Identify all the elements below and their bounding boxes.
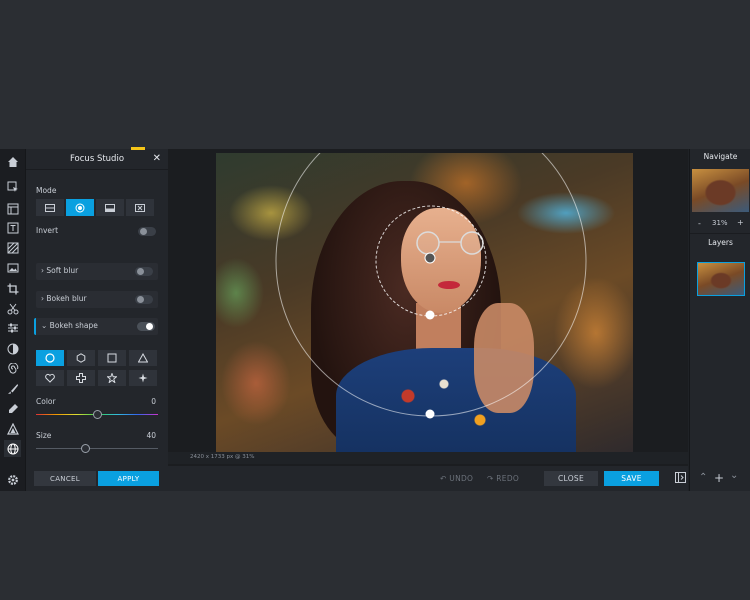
bokeh-shape-row[interactable]: ⌄ Bokeh shape (34, 318, 158, 335)
inner-radius-handle (425, 310, 435, 320)
chevron-down-icon[interactable]: ⌄ (730, 470, 739, 481)
focus-overlay (275, 153, 587, 419)
triangle-shape-button[interactable] (129, 350, 157, 366)
none-mode-button[interactable] (126, 199, 154, 216)
editor-window: Focus Studio ✕ Mode Invert › Soft blur ›… (0, 147, 750, 491)
invert-label: Invert (36, 226, 59, 235)
circle-shape-button[interactable] (36, 350, 64, 366)
circle-mode-button[interactable] (66, 199, 94, 216)
zoom-out-button[interactable]: - (698, 219, 701, 228)
image-icon[interactable] (4, 259, 21, 276)
text-icon[interactable] (4, 219, 21, 236)
zoom-in-button[interactable]: + (737, 218, 744, 227)
outer-focus-circle (275, 153, 587, 417)
shape-icon[interactable] (4, 420, 21, 437)
cross-shape-button[interactable] (67, 370, 95, 386)
outer-radius-handle (425, 409, 435, 419)
home-icon[interactable] (4, 153, 21, 170)
filter-icon[interactable] (4, 340, 21, 357)
bottom-mode-button[interactable] (96, 199, 124, 216)
invert-toggle[interactable] (138, 227, 156, 236)
swirl-icon[interactable] (4, 360, 21, 377)
size-value: 40 (146, 431, 156, 440)
status-bar: 2420 x 1733 px @ 31% (168, 452, 688, 464)
mode-label: Mode (36, 186, 57, 195)
color-label: Color (36, 397, 56, 406)
hexagon-shape-button[interactable] (67, 350, 95, 366)
soft-blur-label: › Soft blur (41, 266, 79, 275)
sparkle-shape-button[interactable] (129, 370, 157, 386)
cancel-button[interactable]: CANCEL (34, 471, 96, 486)
image-info-text: 2420 x 1733 px @ 31% (190, 454, 255, 460)
layers-title: Layers (708, 238, 733, 247)
panel-close-icon[interactable]: ✕ (153, 153, 161, 164)
color-slider[interactable] (36, 410, 158, 420)
color-slider-thumb[interactable] (93, 410, 102, 419)
globe-icon[interactable] (4, 440, 21, 457)
divider (690, 233, 750, 234)
panel-title: Focus Studio (69, 154, 125, 164)
texture-icon[interactable] (4, 239, 21, 256)
apply-button[interactable]: APPLY (98, 471, 159, 486)
add-layer-icon[interactable]: + (714, 471, 724, 485)
bokeh-shape-toggle[interactable] (137, 322, 155, 331)
navigate-title: Navigate (703, 152, 738, 161)
size-slider[interactable] (36, 444, 158, 454)
square-shape-button[interactable] (98, 350, 126, 366)
size-label: Size (36, 431, 52, 440)
right-panel: Navigate - 31% + Layers ⌃ + ⌄ (689, 149, 750, 491)
focus-center-handle (424, 252, 436, 264)
close-button[interactable]: CLOSE (544, 471, 598, 486)
settings-icon[interactable] (4, 471, 21, 488)
layout-icon[interactable] (4, 200, 21, 217)
bokeh-blur-label: › Bokeh blur (41, 294, 87, 303)
tool-rail (0, 149, 26, 491)
zoom-level: 31% (712, 219, 728, 227)
bokeh-blur-row[interactable]: › Bokeh blur (36, 291, 158, 308)
undo-button[interactable]: ↶ UNDO (440, 474, 473, 483)
crop-icon[interactable] (4, 280, 21, 297)
save-button[interactable]: SAVE (604, 471, 659, 486)
linear-mode-button[interactable] (36, 199, 64, 216)
color-value: 0 (151, 397, 156, 406)
brush-icon[interactable] (4, 380, 21, 397)
navigator-thumbnail[interactable] (692, 169, 749, 212)
photo-canvas[interactable] (216, 153, 633, 452)
adjust-icon[interactable] (4, 319, 21, 336)
soft-blur-toggle[interactable] (135, 267, 153, 276)
arrange-icon[interactable] (4, 178, 21, 195)
focus-studio-panel: Focus Studio ✕ Mode Invert › Soft blur ›… (26, 147, 168, 491)
undo-icon: ↶ (440, 474, 450, 483)
chevron-up-icon[interactable]: ⌃ (699, 472, 708, 483)
size-slider-thumb[interactable] (81, 444, 90, 453)
layer-thumbnail[interactable] (697, 262, 745, 296)
bokeh-shape-label: ⌄ Bokeh shape (41, 321, 98, 330)
draw-icon[interactable] (4, 400, 21, 417)
redo-icon: ↷ (487, 474, 497, 483)
soft-blur-row[interactable]: › Soft blur (36, 263, 158, 280)
redo-button[interactable]: ↷ REDO (487, 474, 519, 483)
cutout-icon[interactable] (4, 300, 21, 317)
bokeh-shape-grid (36, 350, 158, 386)
bottom-bar: ↶ UNDO ↷ REDO CLOSE SAVE (168, 466, 688, 491)
star-shape-button[interactable] (98, 370, 126, 386)
canvas-area: 2420 x 1733 px @ 31% (168, 149, 688, 491)
heart-shape-button[interactable] (36, 370, 64, 386)
mode-selector (36, 199, 154, 216)
toggle-panel-icon[interactable] (675, 472, 686, 483)
bokeh-blur-toggle[interactable] (135, 295, 153, 304)
panel-header: Focus Studio ✕ (26, 149, 168, 170)
